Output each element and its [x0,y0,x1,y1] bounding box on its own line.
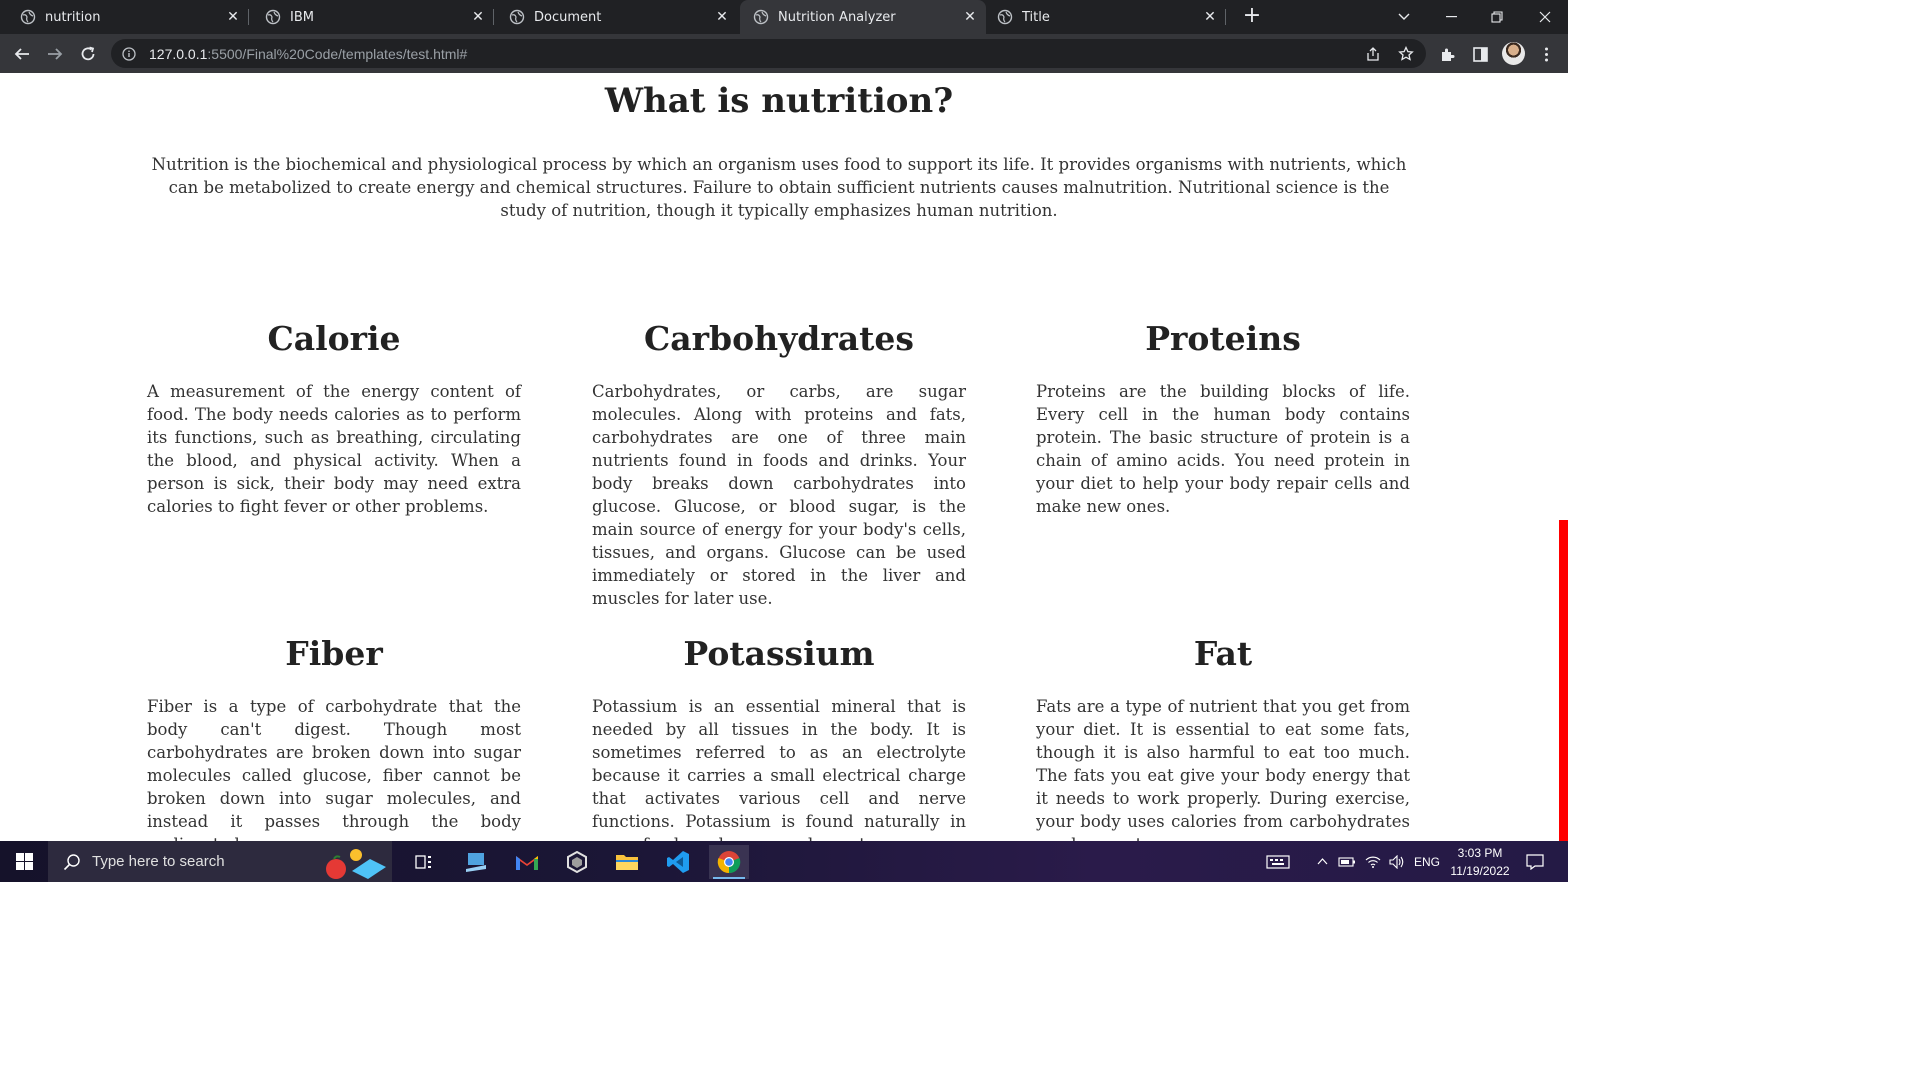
menu-kebab-icon[interactable] [1536,44,1556,64]
scrollbar-thumb[interactable] [1559,520,1568,841]
globe-icon [997,9,1013,25]
system-clock[interactable]: 3:03 PM 11/19/2022 [1446,844,1514,880]
chevron-up-icon[interactable] [1313,841,1331,882]
windows-taskbar: Type here to search ENG 3:03 PM 11/19/20… [0,841,1568,882]
new-tab-button[interactable]: + [1240,5,1264,29]
tab-ibm[interactable]: IBM ✕ [245,0,494,34]
tab-title: Title [1022,9,1050,25]
tab-title: Nutrition Analyzer [778,9,896,25]
url-text: 127.0.0.1:5500/Final%20Code/templates/te… [149,46,467,62]
card-text: Fats are a type of nutrient that you get… [1036,697,1410,841]
card-calorie: Calorie A measurement of the energy cont… [147,317,521,518]
minimize-icon[interactable] [1428,0,1474,34]
card-text: Fiber is a type of carbohydrate that the… [147,697,521,841]
page-title: What is nutrition? [604,81,954,121]
clock-time: 3:03 PM [1457,846,1503,860]
globe-icon [509,9,525,25]
card-text: Proteins are the building blocks of life… [1036,382,1410,516]
close-window-icon[interactable] [1522,0,1568,34]
bookmark-star-icon[interactable] [1397,45,1415,63]
gmail-icon[interactable] [507,845,547,879]
search-icon [62,852,82,872]
tab-nutrition-analyzer[interactable]: Nutrition Analyzer ✕ [740,0,986,34]
file-explorer-icon[interactable] [607,845,647,879]
search-highlight-icon [326,849,386,879]
restore-icon[interactable] [1474,0,1520,34]
search-placeholder: Type here to search [92,853,225,870]
site-info-icon[interactable] [121,46,137,62]
page-scrollbar[interactable] [1558,73,1568,841]
close-tab-icon[interactable]: ✕ [712,7,732,27]
page-viewport: What is nutrition? Nutrition is the bioc… [0,73,1568,841]
intro-paragraph: Nutrition is the biochemical and physiol… [151,155,1407,220]
extensions-icon[interactable] [1437,44,1457,64]
globe-icon [265,9,281,25]
share-icon[interactable] [1364,45,1382,63]
tab-document[interactable]: Document ✕ [489,0,738,34]
card-text: Potassium is an essential mineral that i… [592,697,966,841]
card-proteins: Proteins Proteins are the building block… [1036,317,1410,518]
card-carbohydrates: Carbohydrates Carbohydrates, or carbs, a… [592,317,966,610]
taskbar-search-box[interactable]: Type here to search [48,841,392,882]
battery-icon[interactable] [1336,841,1358,882]
url-host: 127.0.0.1 [149,45,208,62]
tab-title: nutrition [45,9,101,25]
card-heading: Fat [1193,634,1253,673]
active-app-indicator [713,877,745,879]
card-heading: Calorie [267,319,401,358]
card-heading: Fiber [285,634,383,673]
reload-icon[interactable] [75,41,101,67]
tab-separator [1225,9,1226,25]
forward-arrow-icon[interactable] [42,41,68,67]
tab-nutrition[interactable]: nutrition ✕ [0,0,249,34]
card-heading: Potassium [683,634,875,673]
card-heading: Carbohydrates [644,319,914,358]
globe-icon [20,9,36,25]
globe-icon [753,9,769,25]
card-text: Carbohydrates, or carbs, are sugar molec… [592,382,966,608]
side-panel-icon[interactable] [1470,44,1490,64]
close-tab-icon[interactable]: ✕ [223,7,243,27]
clock-date: 11/19/2022 [1450,864,1510,878]
keyboard-icon[interactable] [1262,841,1294,882]
back-arrow-icon[interactable] [9,41,35,67]
tab-search-icon[interactable] [1381,0,1427,34]
vscode-icon[interactable] [658,845,698,879]
wifi-icon[interactable] [1362,841,1384,882]
azure-data-studio-icon[interactable] [456,845,496,879]
windows-start-icon[interactable] [0,841,48,882]
close-tab-icon[interactable]: ✕ [468,7,488,27]
card-text: A measurement of the energy content of f… [147,382,521,516]
browser-toolbar: 127.0.0.1:5500/Final%20Code/templates/te… [0,34,1568,73]
tab-strip: nutrition ✕ IBM ✕ Document ✕ Nutrition A… [0,0,1568,34]
card-fat: Fat Fats are a type of nutrient that you… [1036,632,1410,841]
chrome-icon[interactable] [709,845,749,879]
notifications-icon[interactable] [1520,841,1550,882]
task-view-icon[interactable] [404,845,444,879]
tab-title-page[interactable]: Title ✕ [977,0,1226,34]
tab-title: Document [534,9,602,25]
unity-icon[interactable] [557,845,597,879]
close-tab-icon[interactable]: ✕ [1200,7,1220,27]
card-heading: Proteins [1145,319,1301,358]
profile-avatar[interactable] [1502,42,1525,65]
card-fiber: Fiber Fiber is a type of carbohydrate th… [147,632,521,841]
address-bar[interactable]: 127.0.0.1:5500/Final%20Code/templates/te… [111,39,1426,68]
language-indicator[interactable]: ENG [1412,841,1442,882]
card-potassium: Potassium Potassium is an essential mine… [592,632,966,841]
url-path: :5500/Final%20Code/templates/test.html# [207,45,468,62]
volume-icon[interactable] [1386,841,1408,882]
tab-title: IBM [290,9,314,25]
